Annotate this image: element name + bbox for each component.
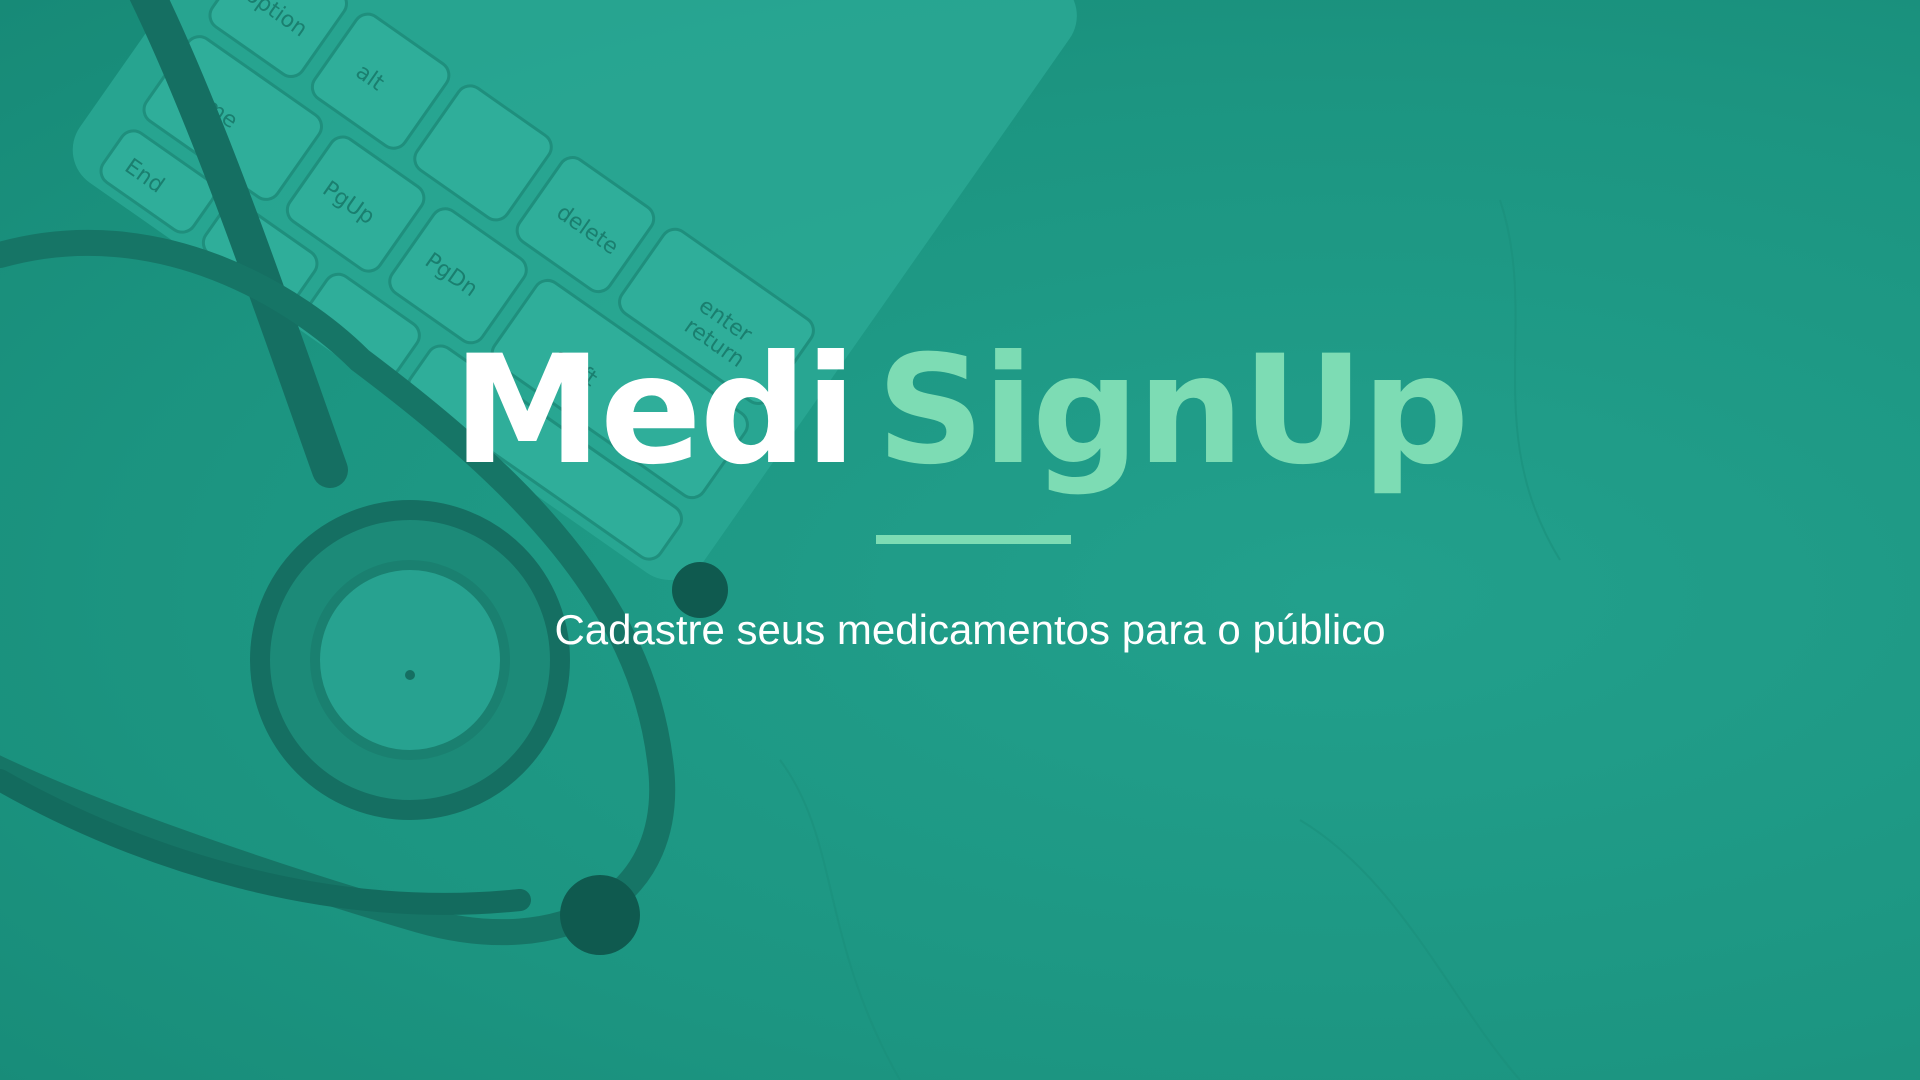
divider-line	[876, 535, 1071, 544]
tagline: Cadastre seus medicamentos para o públic…	[554, 606, 1386, 653]
hero-section: Medi SignUp Cadastre seus medicamentos pa…	[0, 0, 1920, 1080]
splash-screen: option alt Home PgUp PgDn End enter retu…	[0, 0, 1920, 1080]
logo-signup-text: SignUp	[876, 324, 1470, 498]
app-logo: Medi SignUp	[0, 326, 1920, 496]
logo-medi-text: Medi	[452, 324, 857, 498]
